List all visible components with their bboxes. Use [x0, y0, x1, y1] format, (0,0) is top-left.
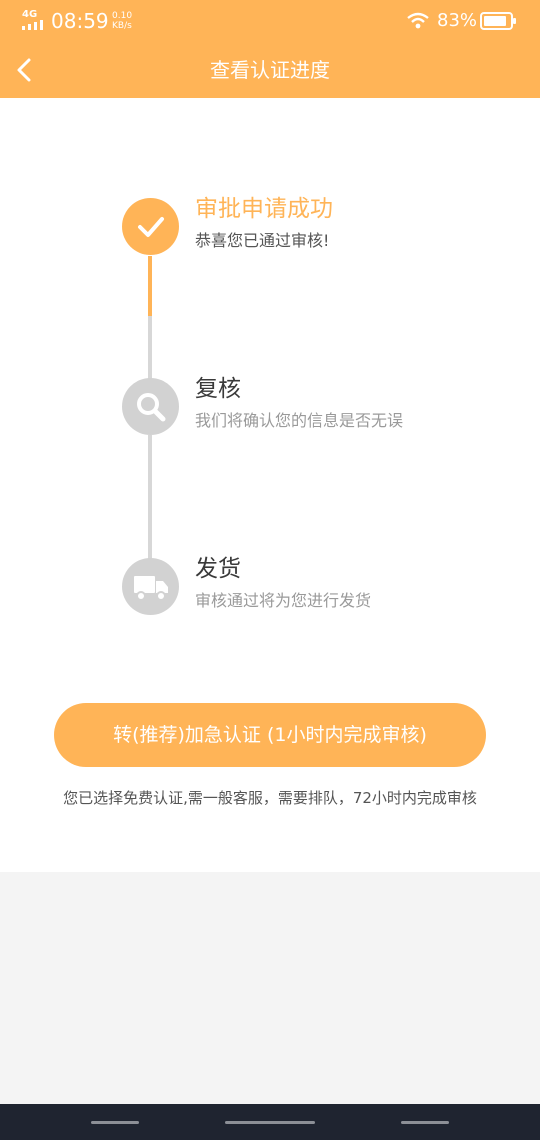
- network-speed: 0.10 KB/s: [112, 11, 132, 31]
- nav-home-button[interactable]: [225, 1121, 315, 1124]
- expedite-certification-button[interactable]: 转(推荐)加急认证 (1小时内完成审核): [54, 703, 486, 767]
- nav-back-button[interactable]: [401, 1121, 449, 1124]
- progress-connector-pending: [148, 435, 152, 570]
- step-shipping-badge: [122, 558, 179, 615]
- top-bar: 4G 08:59 0.10 KB/s 83% 查看认证进度: [0, 0, 540, 98]
- step-shipping-title: 发货: [195, 556, 241, 582]
- speed-value: 0.10: [112, 11, 133, 21]
- progress-connector-active: [148, 256, 152, 316]
- clock: 08:59: [51, 9, 109, 33]
- battery-icon: [480, 12, 516, 30]
- step-shipping-desc: 审核通过将为您进行发货: [195, 591, 372, 610]
- status-bar: 4G 08:59 0.10 KB/s 83%: [0, 0, 540, 42]
- signal-icon: [22, 20, 43, 30]
- progress-card: 审批申请成功 恭喜您已通过审核! 复核 我们将确认您的信息是否无误 发货 审核通…: [0, 98, 540, 872]
- step-review-badge: [122, 378, 179, 435]
- step-approved-badge: [122, 198, 179, 255]
- wifi-icon: [407, 12, 429, 29]
- network-type: 4G: [22, 9, 38, 20]
- step-review-title: 复核: [195, 376, 241, 402]
- search-icon: [136, 392, 165, 421]
- free-certification-note: 您已选择免费认证,需一般客服，需要排队，72小时内完成审核: [63, 789, 477, 807]
- step-review-desc: 我们将确认您的信息是否无误: [195, 411, 404, 430]
- navigation-header: 查看认证进度: [0, 42, 540, 98]
- speed-unit: KB/s: [112, 21, 132, 31]
- nav-menu-button[interactable]: [91, 1121, 139, 1124]
- truck-icon: [133, 575, 168, 601]
- step-approved-title: 审批申请成功: [195, 196, 333, 222]
- page-title: 查看认证进度: [210, 58, 330, 82]
- system-navigation-bar: [0, 1104, 540, 1140]
- step-approved-desc: 恭喜您已通过审核!: [195, 231, 330, 250]
- check-icon: [137, 216, 164, 237]
- battery-percent: 83%: [437, 10, 478, 31]
